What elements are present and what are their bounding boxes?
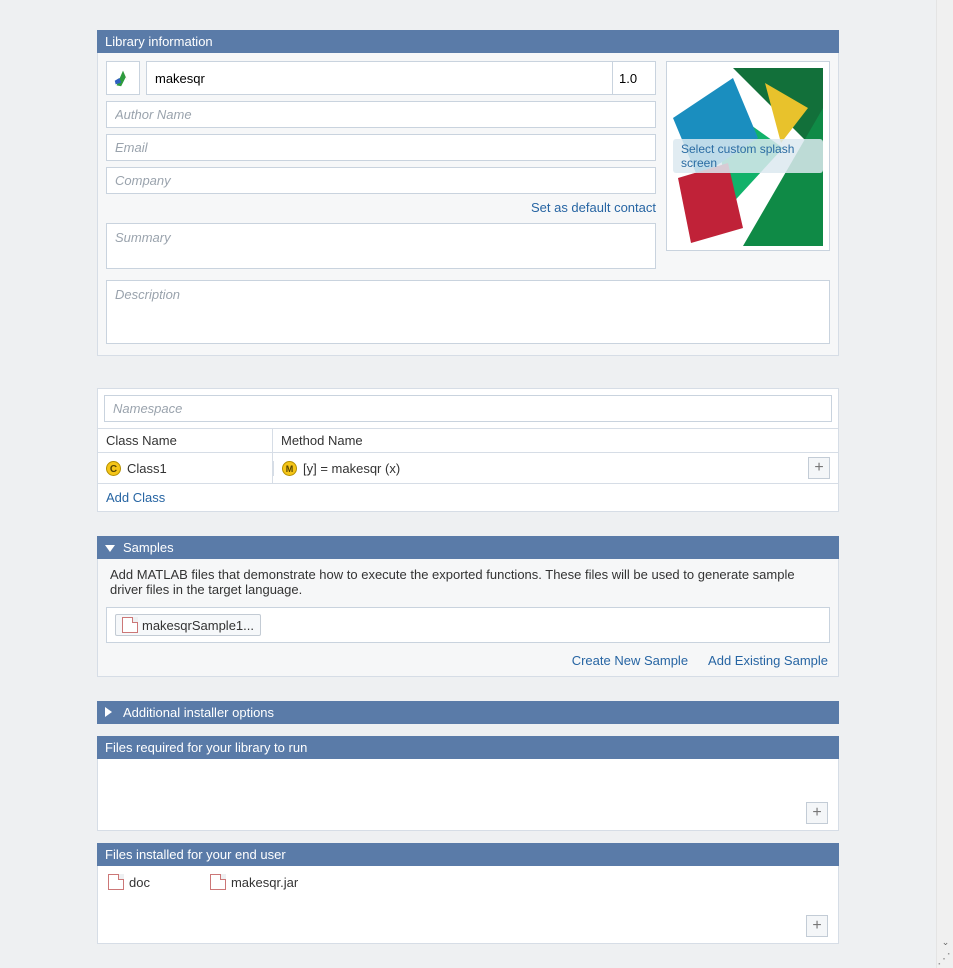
additional-installer-options-title: Additional installer options <box>123 705 274 720</box>
installed-file-item[interactable]: doc <box>108 874 150 890</box>
add-class-link[interactable]: Add Class <box>106 490 165 505</box>
class-table-header: Class Name Method Name <box>98 428 838 453</box>
sample-files-box: makesqrSample1... <box>106 607 830 643</box>
class-name-column-header: Class Name <box>98 429 273 452</box>
library-information-header: Library information <box>97 30 839 53</box>
author-name-input[interactable] <box>106 101 656 128</box>
summary-textarea[interactable] <box>106 223 656 269</box>
vertical-scrollbar[interactable]: ⌄ <box>936 0 953 968</box>
add-required-file-button[interactable]: + <box>806 802 828 824</box>
svg-text:C: C <box>110 464 117 475</box>
class-row: C Class1 M [y] = makesqr (x) + <box>98 453 838 484</box>
disclosure-down-icon <box>105 540 117 555</box>
samples-panel: Samples Add MATLAB files that demonstrat… <box>97 536 839 677</box>
set-default-contact-link[interactable]: Set as default contact <box>531 200 656 215</box>
method-name-column-header: Method Name <box>273 429 838 452</box>
class-icon: C <box>106 461 121 476</box>
class-name-cell[interactable]: Class1 <box>127 461 167 476</box>
description-textarea[interactable] <box>106 280 830 344</box>
files-required-panel: Files required for your library to run + <box>97 736 839 831</box>
app-icon[interactable] <box>106 61 140 95</box>
file-icon <box>210 874 226 890</box>
resize-grip[interactable]: ⋰ <box>936 951 953 968</box>
mfile-icon <box>122 617 138 633</box>
files-required-header: Files required for your library to run <box>97 736 839 759</box>
sample-file-item[interactable]: makesqrSample1... <box>115 614 261 636</box>
namespace-input[interactable] <box>104 395 832 422</box>
samples-description: Add MATLAB files that demonstrate how to… <box>106 567 830 607</box>
method-cell[interactable]: [y] = makesqr (x) <box>303 461 400 476</box>
library-name-input[interactable] <box>146 61 612 95</box>
splash-screen-picker[interactable]: Select custom splash screen <box>666 61 830 251</box>
installed-file-name: makesqr.jar <box>231 875 298 890</box>
installed-file-item[interactable]: makesqr.jar <box>210 874 298 890</box>
add-installed-file-button[interactable]: + <box>806 915 828 937</box>
installed-file-name: doc <box>129 875 150 890</box>
files-installed-header: Files installed for your end user <box>97 843 839 866</box>
company-input[interactable] <box>106 167 656 194</box>
sample-file-name: makesqrSample1... <box>142 618 254 633</box>
method-icon: M <box>282 461 297 476</box>
add-existing-sample-link[interactable]: Add Existing Sample <box>708 653 828 668</box>
scroll-down-button[interactable]: ⌄ <box>937 934 953 951</box>
add-method-button[interactable]: + <box>808 457 830 479</box>
library-information-panel: Library information <box>97 30 839 356</box>
samples-title: Samples <box>123 540 174 555</box>
files-required-title: Files required for your library to run <box>105 740 307 755</box>
panel-title: Library information <box>105 34 213 49</box>
disclosure-right-icon <box>105 705 117 720</box>
create-new-sample-link[interactable]: Create New Sample <box>572 653 688 668</box>
samples-header[interactable]: Samples <box>97 536 839 559</box>
files-installed-title: Files installed for your end user <box>105 847 286 862</box>
svg-text:M: M <box>286 464 294 474</box>
email-input[interactable] <box>106 134 656 161</box>
library-version-input[interactable] <box>612 61 656 95</box>
classes-panel: Class Name Method Name C Class1 M [y] = … <box>97 388 839 512</box>
additional-installer-options-header[interactable]: Additional installer options <box>97 701 839 724</box>
file-icon <box>108 874 124 890</box>
splash-label: Select custom splash screen <box>673 139 823 173</box>
files-installed-panel: Files installed for your end user doc ma… <box>97 843 839 944</box>
additional-installer-options-panel: Additional installer options <box>97 701 839 724</box>
